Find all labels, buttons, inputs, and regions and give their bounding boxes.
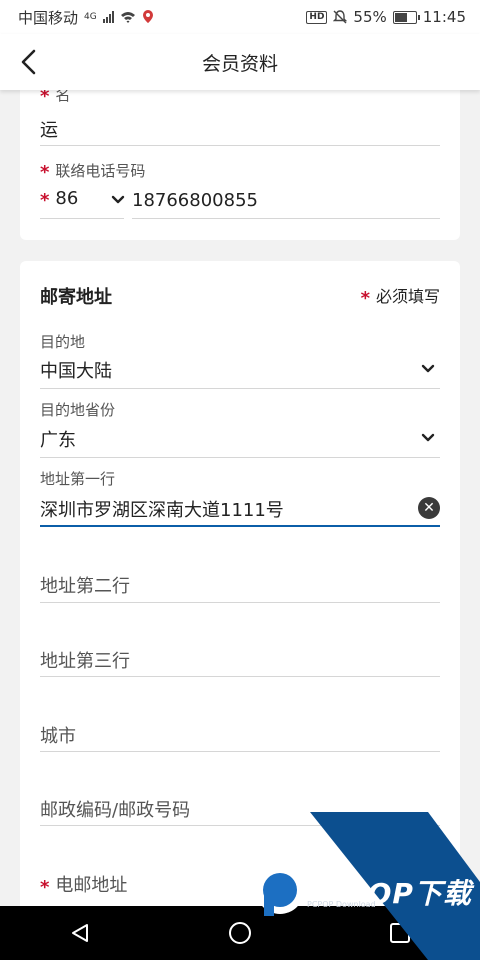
location-pin-icon [142,10,153,23]
destination-select[interactable]: 中国大陆 [40,357,440,387]
required-asterisk: * [40,190,50,211]
province-underline [40,457,440,458]
system-nav-bar [0,906,480,960]
destination-value: 中国大陆 [40,361,112,382]
phone-label: * 联络电话号码 [40,162,146,183]
country-code-select[interactable]: * 86 [40,188,125,218]
required-asterisk: * [360,288,370,309]
address2-underline [40,602,440,603]
city-underline [40,751,440,752]
name-field[interactable]: 运 [40,116,58,142]
circle-home-icon [229,922,251,944]
mailing-address-card: 邮寄地址 * 必须填写 目的地 中国大陆 目的地省份 广东 地址第一行 深圳市罗湖… [20,261,460,921]
triangle-back-icon [72,924,88,942]
personal-info-card: * 名 运 * 联络电话号码 * 86 18766800855 [20,70,460,240]
watermark-subtitle: PCPOP Download [307,900,376,909]
nav-home-button[interactable] [216,909,264,957]
nav-back-button[interactable] [56,909,104,957]
address1-underline [40,525,440,527]
country-code-underline [40,218,124,219]
status-bar: 中国移动 4G HD 55% 11:45 [0,0,480,34]
postcode-field[interactable]: 邮政编码/邮政号码 [40,796,190,822]
province-select[interactable]: 广东 [40,426,440,456]
app-header: 会员资料 [0,34,480,90]
address2-field[interactable]: 地址第二行 [40,572,130,598]
name-underline [40,145,440,146]
address1-label: 地址第一行 [40,470,116,488]
city-field[interactable]: 城市 [40,722,76,748]
back-button[interactable] [18,48,42,76]
network-type: 4G [84,12,97,22]
country-code-value: 86 [55,188,79,209]
clock: 11:45 [422,8,466,26]
section-title: 邮寄地址 [40,287,112,308]
province-label: 目的地省份 [40,401,116,419]
destination-underline [40,388,440,389]
back-arrow-icon [21,49,36,75]
destination-label: 目的地 [40,333,86,351]
wifi-icon [120,12,135,23]
mute-bell-icon [333,10,348,24]
address3-underline [40,676,440,677]
postcode-underline [40,825,440,826]
phone-field[interactable]: 18766800855 [132,190,258,211]
address3-field[interactable]: 地址第三行 [40,647,130,673]
province-value: 广东 [40,430,76,451]
page-title: 会员资料 [201,52,278,75]
carrier-label: 中国移动 [18,8,79,27]
signal-icon [102,11,114,23]
clear-icon[interactable]: ✕ [418,497,440,519]
required-note: * 必须填写 [360,287,440,309]
square-recent-icon [390,923,410,943]
battery-percent: 55% [353,8,387,26]
required-asterisk: * [40,162,50,183]
hd-badge: HD [306,10,328,24]
chevron-down-icon [111,195,125,204]
nav-recent-button[interactable] [376,909,424,957]
phone-underline [132,218,440,219]
required-asterisk: * [40,877,50,898]
chevron-down-icon [421,433,435,442]
chevron-down-icon [421,364,435,373]
email-field[interactable]: * 电邮地址 [40,871,127,898]
battery-icon [392,10,420,24]
address1-field[interactable]: 深圳市罗湖区深南大道1111号 [40,496,284,522]
